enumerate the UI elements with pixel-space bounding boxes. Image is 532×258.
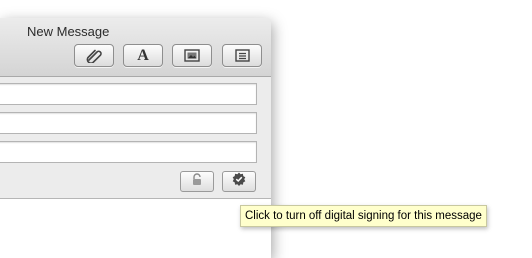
- message-body[interactable]: [0, 199, 271, 258]
- window-title: New Message: [27, 24, 110, 39]
- window-toolbar: New Message A: [0, 18, 271, 77]
- lock-icon: [191, 172, 203, 191]
- compose-window: New Message A: [0, 18, 271, 258]
- signing-tooltip: Click to turn off digital signing for th…: [240, 205, 487, 227]
- photo-browser-icon: [184, 49, 200, 62]
- encrypt-button[interactable]: [180, 171, 214, 192]
- stationery-icon: [234, 49, 250, 62]
- photo-browser-button[interactable]: [172, 44, 212, 67]
- stationery-button[interactable]: [222, 44, 262, 67]
- attach-button[interactable]: [74, 44, 114, 67]
- paperclip-icon: [85, 49, 103, 63]
- to-field[interactable]: [0, 83, 257, 105]
- subject-field[interactable]: [0, 141, 257, 163]
- fonts-button[interactable]: A: [123, 44, 163, 67]
- fonts-icon: A: [137, 46, 149, 64]
- sign-button[interactable]: [222, 171, 256, 192]
- cc-field[interactable]: [0, 112, 257, 134]
- signed-badge-icon: [232, 172, 246, 191]
